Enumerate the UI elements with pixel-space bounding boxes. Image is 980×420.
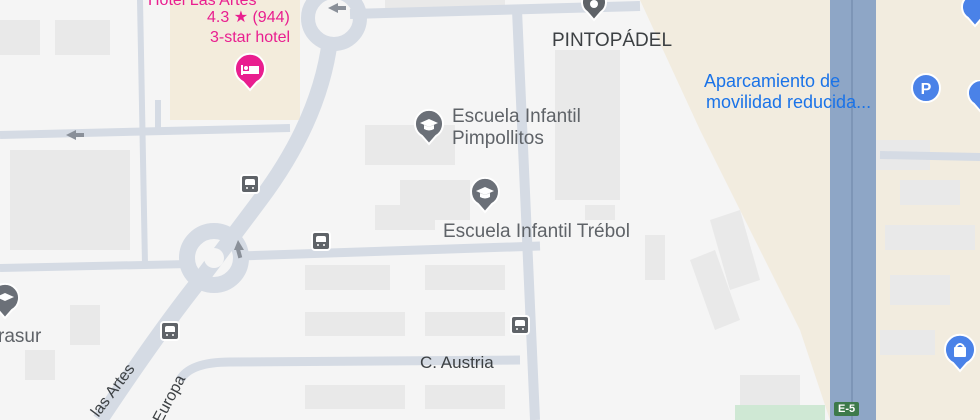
hotel-category-label: 3-star hotel [210, 29, 291, 46]
partial-pin-icon[interactable] [966, 80, 980, 114]
pintopadel-label[interactable]: PINTOPÁDEL [552, 30, 672, 52]
hotel-rating-label: 4.3 ★ (944) [207, 9, 290, 26]
hotel-bed-icon[interactable] [232, 52, 268, 92]
location-pin-icon[interactable] [578, 0, 610, 22]
map-view[interactable]: Hotel Las Artes 4.3 ★ (944) 3-star hotel… [0, 0, 980, 420]
bus-stop-icon[interactable] [240, 174, 260, 194]
partial-pin-icon[interactable] [960, 0, 980, 30]
highway-shield: E-5 [834, 402, 860, 416]
roundabout-center [204, 248, 224, 268]
escuela-pimpollitos-label-2[interactable]: Pimpollitos [452, 128, 544, 150]
escuela-trebol-label[interactable]: Escuela Infantil Trébol [443, 221, 630, 243]
shopping-bag-icon[interactable] [943, 333, 977, 373]
bus-stop-icon[interactable] [311, 231, 331, 251]
bus-stop-icon[interactable] [160, 321, 180, 341]
bus-stop-icon[interactable] [510, 315, 530, 335]
parking-icon[interactable]: P [910, 72, 942, 104]
parking-label-2[interactable]: movilidad reducida... [706, 92, 871, 114]
parking-label-1[interactable]: Aparcamiento de [704, 71, 840, 93]
school-icon[interactable] [0, 282, 22, 320]
partial-poi-label[interactable]: rasur [0, 326, 41, 348]
school-icon[interactable] [412, 108, 446, 146]
escuela-pimpollitos-label-1[interactable]: Escuela Infantil [452, 106, 581, 128]
park-area [735, 405, 825, 420]
school-icon[interactable] [468, 176, 502, 214]
svg-text:P: P [921, 81, 932, 98]
open-land-area [640, 0, 980, 420]
street-label-austria: C. Austria [420, 353, 494, 372]
